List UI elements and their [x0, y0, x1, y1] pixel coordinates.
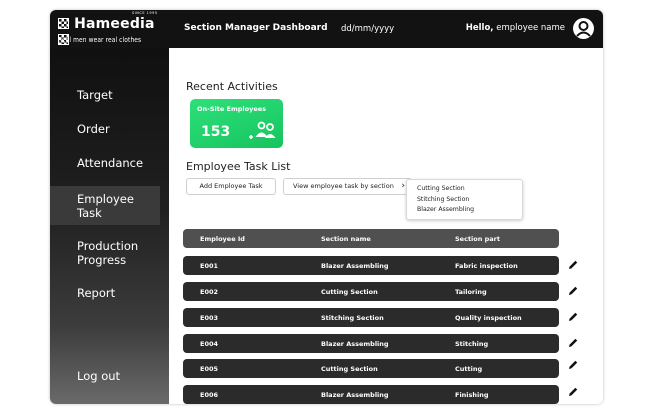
column-header-section-name: Section name	[321, 235, 371, 243]
sidebar-item-employee-task[interactable]: Employee Task	[50, 186, 160, 225]
edit-pencil-icon[interactable]	[567, 359, 579, 371]
employee-id-cell: E006	[200, 391, 219, 399]
greeting-username: employee name	[496, 23, 565, 33]
user-avatar-icon[interactable]	[573, 18, 594, 39]
employee-id-cell: E003	[200, 314, 219, 322]
section-part-cell: Fabric inspection	[455, 262, 518, 270]
date-display: dd/mm/yyyy	[341, 24, 395, 34]
table-row: E004 Blazer Assembling Stitching	[183, 334, 559, 353]
section-option-blazer[interactable]: Blazer Assembling	[417, 206, 474, 213]
card-label: On-Site Employees	[197, 105, 267, 113]
card-value: 153	[201, 124, 231, 140]
section-option-cutting[interactable]: Cutting Section	[417, 185, 465, 192]
section-name-cell: Stitching Section	[321, 314, 384, 322]
edit-pencil-icon[interactable]	[567, 259, 579, 271]
sidebar-item-production-progress[interactable]: Production Progress	[50, 239, 160, 267]
column-header-employee-id: Employee Id	[200, 235, 245, 243]
employee-id-cell: E002	[200, 288, 219, 296]
section-name-cell: Cutting Section	[321, 365, 378, 373]
top-bar: Hameedia SINCE 1995 Real men wear real c…	[50, 10, 603, 48]
section-name-cell: Cutting Section	[321, 288, 378, 296]
section-option-stitching[interactable]: Stitching Section	[417, 196, 469, 203]
section-part-cell: Quality inspection	[455, 314, 522, 322]
add-employee-task-button[interactable]: Add Employee Task	[186, 178, 276, 195]
section-name-cell: Blazer Assembling	[321, 340, 389, 348]
onsite-employees-card[interactable]: On-Site Employees 153	[190, 99, 283, 148]
edit-pencil-icon[interactable]	[567, 311, 579, 323]
sidebar-item-attendance[interactable]: Attendance	[50, 156, 169, 170]
edit-pencil-icon[interactable]	[567, 285, 579, 297]
table-header: Employee Id Section name Section part	[183, 229, 559, 248]
sidebar-item-order[interactable]: Order	[50, 122, 169, 136]
employee-task-list-heading: Employee Task List	[186, 160, 291, 173]
sidebar: Target Order Attendance Employee Task Pr…	[50, 48, 169, 404]
logout-link[interactable]: Log out	[77, 369, 120, 383]
page-title: Section Manager Dashboard	[184, 23, 328, 33]
table-row: E002 Cutting Section Tailoring	[183, 282, 559, 301]
section-dropdown: Cutting Section Stitching Section Blazer…	[406, 179, 523, 220]
view-task-by-section-button[interactable]: View employee task by section ›	[283, 178, 412, 195]
chevron-right-icon: ›	[401, 181, 405, 191]
section-part-cell: Cutting	[455, 365, 483, 373]
app-window: Hameedia SINCE 1995 Real men wear real c…	[50, 10, 603, 404]
people-icon	[249, 121, 276, 139]
employee-id-cell: E001	[200, 262, 219, 270]
recent-activities-heading: Recent Activities	[186, 80, 278, 93]
section-name-cell: Blazer Assembling	[321, 391, 389, 399]
checker-icon	[58, 18, 69, 29]
section-part-cell: Finishing	[455, 391, 489, 399]
table-row: E001 Blazer Assembling Fabric inspection	[183, 256, 559, 275]
table-row: E006 Blazer Assembling Finishing	[183, 385, 559, 404]
brand-established: SINCE 1995	[132, 11, 158, 15]
sidebar-item-report[interactable]: Report	[50, 286, 169, 300]
sidebar-item-target[interactable]: Target	[50, 88, 169, 102]
section-name-cell: Blazer Assembling	[321, 262, 389, 270]
brand-logo[interactable]: Hameedia SINCE 1995 Real men wear real c…	[58, 11, 162, 46]
edit-pencil-icon[interactable]	[567, 386, 579, 398]
user-greeting: Hello, employee name	[466, 23, 565, 33]
greeting-hello: Hello,	[465, 23, 494, 33]
brand-tagline: Real men wear real clothes	[58, 36, 142, 44]
table-row: E005 Cutting Section Cutting	[183, 359, 559, 378]
employee-id-cell: E005	[200, 365, 219, 373]
section-part-cell: Tailoring	[455, 288, 487, 296]
main-content: Recent Activities On-Site Employees 153 …	[169, 48, 603, 404]
employee-id-cell: E004	[200, 340, 219, 348]
table-row: E003 Stitching Section Quality inspectio…	[183, 308, 559, 327]
column-header-section-part: Section part	[455, 235, 500, 243]
edit-pencil-icon[interactable]	[567, 337, 579, 349]
section-part-cell: Stitching	[455, 340, 489, 348]
